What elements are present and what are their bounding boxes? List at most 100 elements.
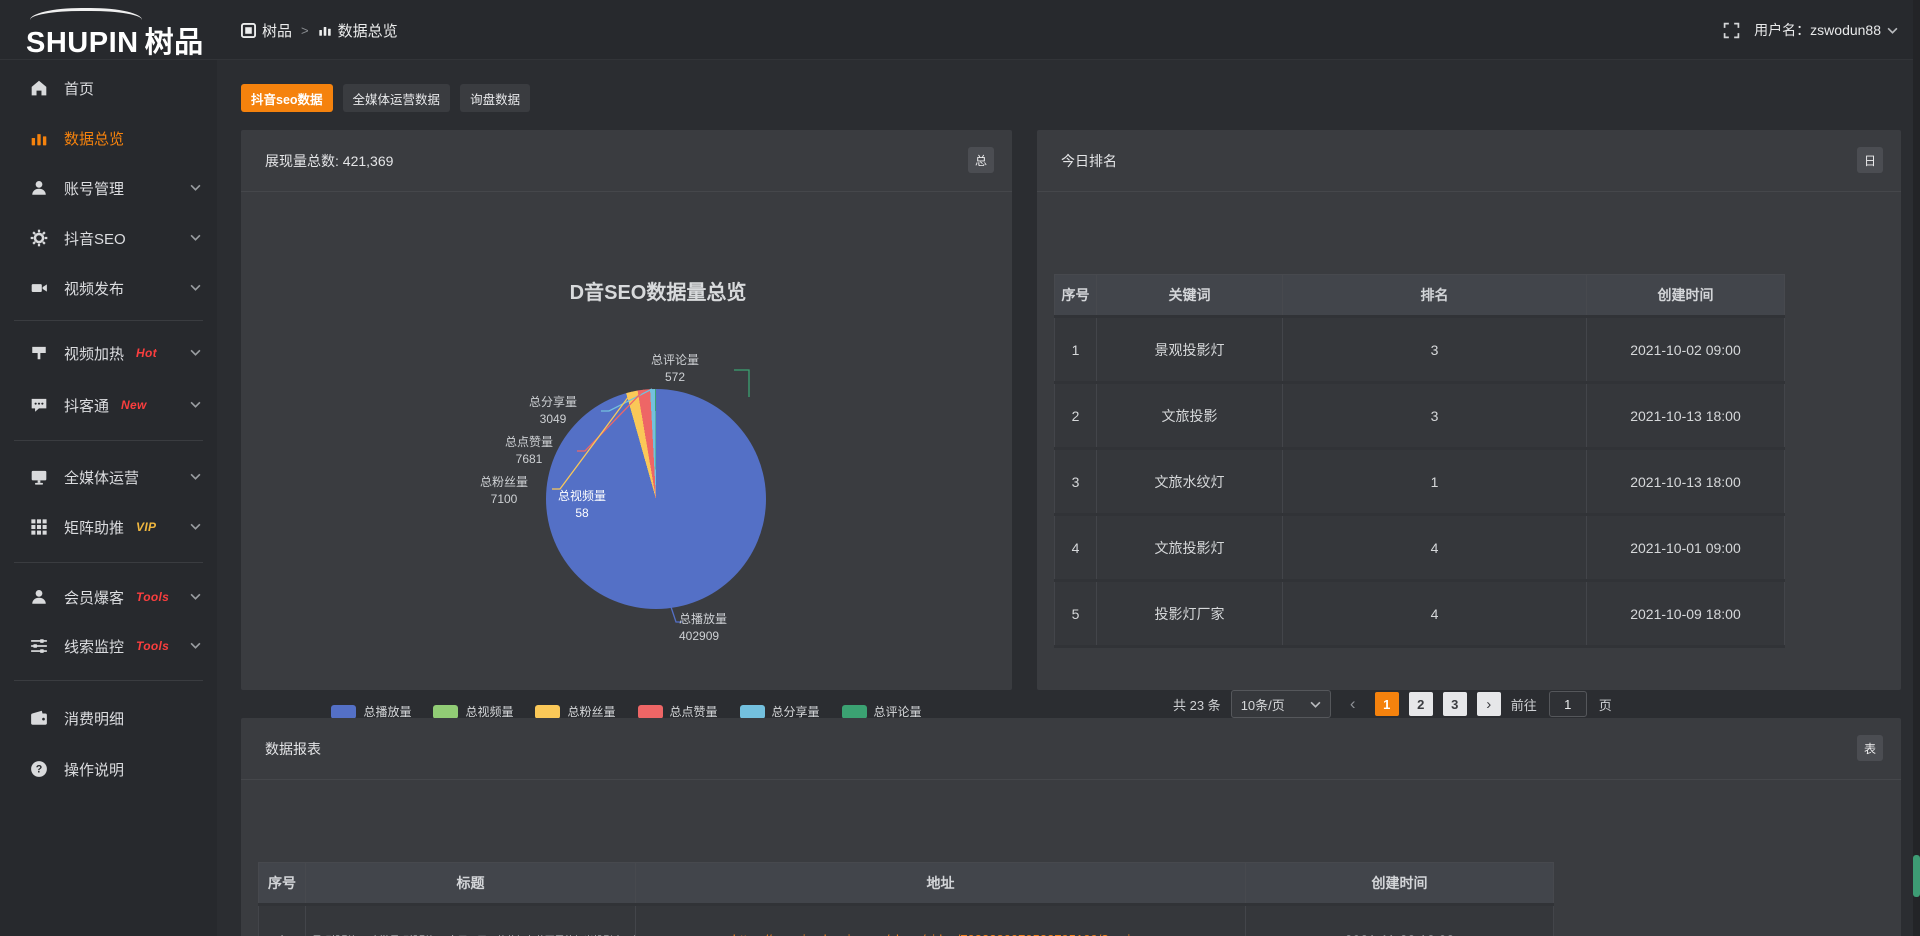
ranking-table: 序号 关键词 排名 创建时间 1景观投影灯32021-10-02 09:00 2… (1054, 274, 1785, 648)
sidebar-item-data-overview[interactable]: 数据总览 (0, 113, 217, 163)
sidebar-item-media-operation[interactable]: 全媒体运营 (0, 452, 217, 502)
sidebar-item-help[interactable]: ? 操作说明 (0, 744, 217, 794)
user-icon (30, 179, 48, 197)
question-circle-icon: ? (30, 760, 48, 778)
app-square-icon (241, 23, 256, 38)
col-created: 创建时间 (1246, 863, 1554, 905)
new-badge: New (121, 398, 147, 412)
report-table: 序号 标题 地址 创建时间 1 景观投影灯，夜游景观投影灯厂家展示展示落花灯在花… (258, 862, 1554, 936)
table-row: 1景观投影灯32021-10-02 09:00 (1055, 317, 1785, 383)
overview-panel-header: 展现量总数: 421,369 总 (241, 130, 1012, 192)
pie-label-likes: 总点赞量7681 (479, 434, 579, 468)
overview-panel: 展现量总数: 421,369 总 D音SEO数据量总览 总评论量572 总分享量… (241, 130, 1012, 690)
user-menu[interactable]: 用户名：zswodun88 (1754, 20, 1898, 40)
pie-label-videos: 总视频量58 (532, 488, 632, 522)
prev-page-button[interactable]: ‹ (1341, 692, 1365, 716)
person-icon (30, 588, 48, 606)
tools-badge: Tools (136, 590, 169, 604)
pie-label-shares: 总分享量3049 (503, 394, 603, 428)
ranking-panel-header: 今日排名 日 (1037, 130, 1901, 192)
day-toggle-button[interactable]: 日 (1857, 147, 1883, 173)
goto-label: 前往 (1511, 695, 1537, 714)
total-toggle-button[interactable]: 总 (968, 147, 994, 173)
chart-title: D音SEO数据量总览 (570, 276, 747, 305)
col-keyword: 关键词 (1097, 275, 1283, 317)
sidebar-item-member-burst[interactable]: 会员爆客 Tools (0, 572, 217, 622)
chevron-down-icon (190, 284, 201, 291)
page-button-3[interactable]: 3 (1443, 692, 1467, 716)
page-size-select[interactable]: 10条/页 (1231, 690, 1331, 718)
ranking-table-area: 序号 关键词 排名 创建时间 1景观投影灯32021-10-02 09:00 2… (1037, 192, 1901, 690)
video-title-cell: 景观投影灯，夜游景观投影灯厂家展示展示落花灯在花园里的灯光投影应用效果 # (306, 905, 636, 936)
tools-badge: Tools (136, 639, 169, 653)
chevron-down-icon (1887, 27, 1898, 34)
fullscreen-icon[interactable] (1723, 22, 1740, 39)
next-page-button[interactable]: › (1477, 692, 1501, 716)
legend-swatch (433, 705, 458, 719)
breadcrumb: 树品 > 数据总览 (241, 0, 398, 60)
sidebar-item-matrix-boost[interactable]: 矩阵助推 VIP (0, 502, 217, 552)
table-row: 5投影灯厂家42021-10-09 18:00 (1055, 581, 1785, 647)
sidebar-item-doketong[interactable]: 抖客通 New (0, 380, 217, 430)
report-panel-header: 数据报表 表 (241, 718, 1901, 780)
goto-page-input[interactable] (1549, 691, 1587, 717)
sidebar-item-consumption-detail[interactable]: 消费明细 (0, 693, 217, 743)
pie-chart-area: D音SEO数据量总览 总评论量572 总分享量3049 总点赞量7681 总粉丝… (241, 192, 1012, 690)
sidebar-divider (14, 680, 203, 681)
page-button-1[interactable]: 1 (1375, 692, 1399, 716)
hot-badge: Hot (136, 346, 157, 360)
pagination: 共 23 条 10条/页 ‹ 1 2 3 › 前往 页 (1173, 690, 1612, 718)
sidebar-item-douyin-seo[interactable]: 抖音SEO (0, 213, 217, 263)
bar-chart-icon (318, 23, 332, 37)
sidebar: 首页 数据总览 账号管理 抖音SEO 视频发布 视频加热 Hot 抖客通 New… (0, 60, 217, 936)
data-tabs: 抖音seo数据 全媒体运营数据 询盘数据 (241, 84, 530, 112)
legend-swatch (331, 705, 356, 719)
goto-unit: 页 (1599, 695, 1612, 714)
bar-chart-icon (30, 129, 48, 147)
video-link[interactable]: https://www.iesdouyin.com/share/video/70… (636, 905, 1246, 936)
table-row: 2文旅投影32021-10-13 18:00 (1055, 383, 1785, 449)
promote-sign-icon (30, 344, 48, 362)
breadcrumb-root[interactable]: 树品 (241, 20, 292, 41)
report-panel-title: 数据报表 (265, 739, 321, 759)
scrollbar-thumb[interactable] (1913, 855, 1920, 897)
col-title: 标题 (306, 863, 636, 905)
home-icon (30, 79, 48, 97)
page-button-2[interactable]: 2 (1409, 692, 1433, 716)
sidebar-divider (14, 562, 203, 563)
sidebar-item-home[interactable]: 首页 (0, 63, 217, 113)
pie-label-plays: 总播放量402909 (679, 611, 809, 645)
chevron-down-icon (190, 473, 201, 480)
wallet-icon (30, 709, 48, 727)
username-label: 用户名：zswodun88 (1754, 20, 1881, 40)
main-content: 抖音seo数据 全媒体运营数据 询盘数据 展现量总数: 421,369 总 D音… (217, 60, 1920, 936)
col-index: 序号 (1055, 275, 1097, 317)
legend-swatch (842, 705, 867, 719)
sidebar-divider (14, 320, 203, 321)
chat-bubble-icon (30, 396, 48, 414)
ranking-panel-title: 今日排名 (1061, 151, 1117, 171)
sidebar-item-account[interactable]: 账号管理 (0, 163, 217, 213)
chevron-down-icon (1310, 701, 1321, 708)
top-header: SHUPIN树品 树品 > 数据总览 用户名：zswodun88 (0, 0, 1920, 60)
pagination-total: 共 23 条 (1173, 695, 1221, 714)
impressions-total-label: 展现量总数: 421,369 (265, 151, 393, 171)
report-table-area: 序号 标题 地址 创建时间 1 景观投影灯，夜游景观投影灯厂家展示展示落花灯在花… (241, 780, 1901, 936)
legend-swatch (740, 705, 765, 719)
table-header-row: 序号 标题 地址 创建时间 (259, 863, 1554, 905)
sidebar-item-video-publish[interactable]: 视频发布 (0, 263, 217, 313)
tab-inquiry[interactable]: 询盘数据 (460, 84, 530, 112)
tab-douyin-seo[interactable]: 抖音seo数据 (241, 84, 333, 112)
tab-media-operation[interactable]: 全媒体运营数据 (343, 84, 451, 112)
page-scrollbar (1913, 0, 1920, 936)
table-toggle-button[interactable]: 表 (1857, 735, 1883, 761)
app-logo[interactable]: SHUPIN树品 (26, 7, 206, 55)
sidebar-item-lead-monitor[interactable]: 线索监控 Tools (0, 621, 217, 671)
col-created: 创建时间 (1587, 275, 1785, 317)
pie-label-comments: 总评论量572 (616, 352, 734, 386)
sidebar-item-video-heat[interactable]: 视频加热 Hot (0, 328, 217, 378)
breadcrumb-current[interactable]: 数据总览 (318, 20, 398, 41)
chevron-down-icon (190, 642, 201, 649)
svg-text:?: ? (36, 764, 43, 776)
sidebar-divider (14, 440, 203, 441)
